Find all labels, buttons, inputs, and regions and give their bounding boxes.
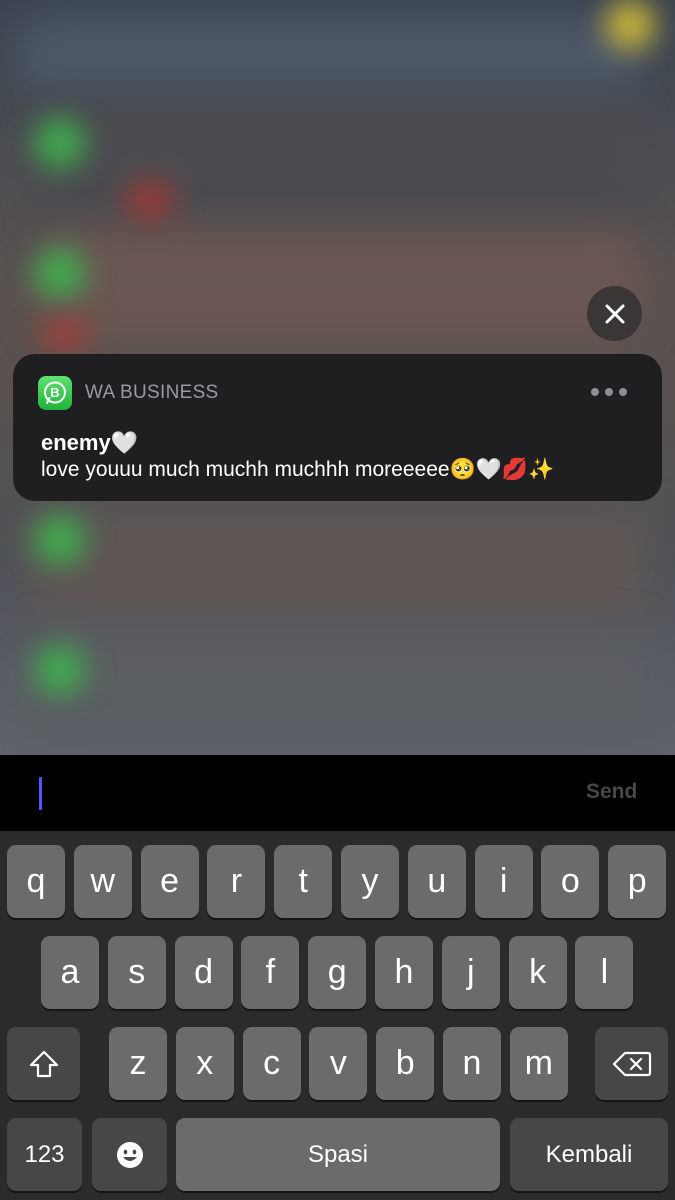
shift-icon xyxy=(29,1050,58,1077)
shift-key[interactable] xyxy=(7,1027,80,1100)
more-dots-icon xyxy=(591,388,599,396)
key-label: f xyxy=(265,953,276,991)
more-options-button[interactable] xyxy=(591,382,635,402)
whatsapp-business-app-icon: B xyxy=(38,376,72,410)
key-l[interactable]: l xyxy=(575,936,634,1009)
reply-input[interactable] xyxy=(48,770,552,818)
key-u[interactable]: u xyxy=(407,845,466,918)
text-cursor xyxy=(39,777,42,810)
key-x[interactable]: x xyxy=(175,1027,234,1100)
notification-card[interactable]: B WA BUSINESS enemy🤍 love youuu much muc… xyxy=(13,354,662,501)
key-m[interactable]: m xyxy=(509,1027,568,1100)
key-e[interactable]: e xyxy=(140,845,199,918)
key-label: b xyxy=(395,1044,415,1082)
key-label: y xyxy=(361,862,379,900)
key-o[interactable]: o xyxy=(541,845,600,918)
key-label: d xyxy=(194,953,214,991)
send-button[interactable]: Send xyxy=(586,780,637,804)
key-label: q xyxy=(26,862,46,900)
key-label: x xyxy=(196,1044,214,1082)
emoji-key[interactable] xyxy=(92,1118,167,1191)
key-g[interactable]: g xyxy=(308,936,367,1009)
key-label: l xyxy=(600,953,609,991)
close-icon xyxy=(605,304,624,323)
key-label: e xyxy=(160,862,180,900)
sender-name: enemy🤍 xyxy=(41,430,139,455)
key-r[interactable]: r xyxy=(207,845,266,918)
key-label: r xyxy=(230,862,243,900)
key-label: a xyxy=(60,953,80,991)
emoji-icon xyxy=(116,1141,143,1168)
return-key[interactable]: Kembali xyxy=(510,1118,668,1191)
key-b[interactable]: b xyxy=(376,1027,435,1100)
return-key-label: Kembali xyxy=(545,1140,633,1168)
key-w[interactable]: w xyxy=(73,845,132,918)
key-y[interactable]: y xyxy=(341,845,399,918)
key-t[interactable]: t xyxy=(274,845,333,918)
key-label: j xyxy=(467,953,475,991)
key-s[interactable]: s xyxy=(107,936,166,1009)
key-j[interactable]: j xyxy=(441,936,500,1009)
key-label: m xyxy=(524,1044,553,1082)
key-label: u xyxy=(427,862,447,900)
backspace-key[interactable] xyxy=(595,1027,668,1100)
key-label: t xyxy=(298,862,308,900)
message-text: love youuu much muchh muchhh moreeeee🥺🤍💋… xyxy=(41,458,555,481)
key-label: w xyxy=(90,862,116,900)
key-label: s xyxy=(128,953,146,991)
numbers-key[interactable]: 123 xyxy=(7,1118,82,1191)
key-k[interactable]: k xyxy=(508,936,567,1009)
key-label: n xyxy=(462,1044,482,1082)
key-v[interactable]: v xyxy=(309,1027,368,1100)
numbers-key-label: 123 xyxy=(24,1140,65,1168)
key-f[interactable]: f xyxy=(241,936,300,1009)
key-p[interactable]: p xyxy=(608,845,667,918)
key-label: z xyxy=(129,1044,147,1082)
close-button[interactable] xyxy=(587,286,642,341)
key-label: o xyxy=(560,862,580,900)
key-q[interactable]: q xyxy=(7,845,65,918)
backspace-icon xyxy=(612,1051,651,1076)
key-z[interactable]: z xyxy=(109,1027,167,1100)
key-label: p xyxy=(627,862,647,900)
key-label: h xyxy=(394,953,414,991)
key-label: c xyxy=(263,1044,281,1082)
key-h[interactable]: h xyxy=(375,936,433,1009)
key-a[interactable]: a xyxy=(41,936,99,1009)
svg-text:B: B xyxy=(50,385,59,400)
app-name: WA BUSINESS xyxy=(85,382,219,403)
key-c[interactable]: c xyxy=(242,1027,301,1100)
key-label: i xyxy=(499,862,508,900)
keyboard: q w e r t y u i o p a s d f g h j k l z x c v b n m 123 Spasi K… xyxy=(0,831,675,1200)
space-key[interactable]: Spasi xyxy=(176,1118,500,1191)
key-label: v xyxy=(329,1044,347,1082)
key-n[interactable]: n xyxy=(443,1027,501,1100)
key-label: g xyxy=(327,953,347,991)
space-key-label: Spasi xyxy=(307,1140,369,1168)
key-d[interactable]: d xyxy=(174,936,233,1009)
key-label: k xyxy=(529,953,547,991)
key-i[interactable]: i xyxy=(474,845,533,918)
